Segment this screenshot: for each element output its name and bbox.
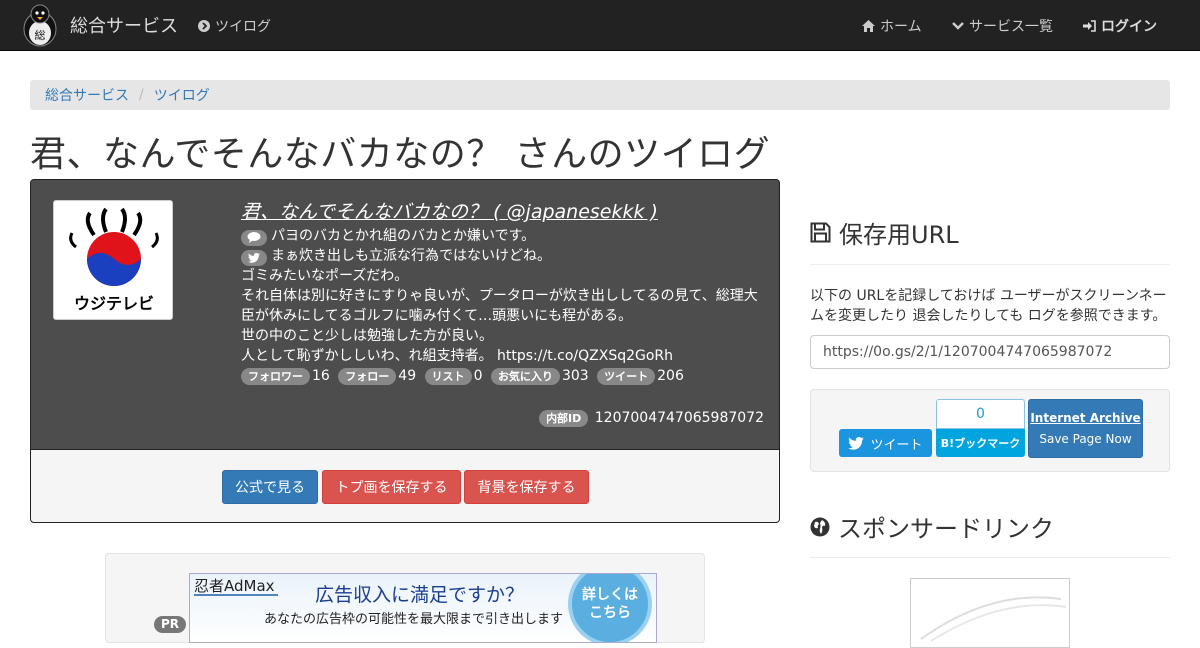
brand-title: 総合サービス	[70, 16, 178, 37]
nav-home-label: ホーム	[880, 18, 922, 35]
floppy-disk-icon	[810, 222, 831, 243]
divider	[810, 264, 1170, 265]
stat-badge: リスト	[424, 368, 472, 385]
stat-badge: ツイート	[597, 368, 656, 385]
divider	[810, 557, 1170, 558]
avatar-image-icon: ウジテレビ	[54, 201, 172, 319]
globe-icon	[810, 517, 830, 537]
hatena-bookmark-button[interactable]: B!ブックマーク	[936, 429, 1025, 457]
breadcrumb-twilog-link[interactable]: ツイログ	[154, 85, 210, 105]
profile-bio-line: 人として恥ずかししいわ、れ組支持者。 https://t.co/QZXSq2Go…	[241, 348, 674, 364]
nav-services[interactable]: サービス一覧	[952, 0, 1053, 51]
nav-twilog[interactable]: ツイログ	[198, 0, 271, 51]
sponsor-heading: スポンサードリンク	[810, 509, 1054, 544]
stat-badge: フォロー	[338, 368, 397, 385]
save-url-input[interactable]	[810, 335, 1170, 369]
profile-line-2: まぁ炊き出しも立派な行為ではないけどね。	[241, 246, 771, 266]
nav-twilog-label: ツイログ	[215, 18, 271, 35]
sponsor-ad[interactable]	[910, 578, 1070, 648]
twitter-bird-icon	[848, 436, 865, 450]
profile-stats: フォロワー 16 フォロー 49 リスト 0 お気に入り 303 ツイート 206	[241, 366, 771, 386]
ad-subtext: あなたの広告枠の可能性を最大限まで引き出します	[264, 612, 563, 627]
tweet-button-label: ツイート	[870, 437, 923, 453]
stat-badge: フォロワー	[241, 368, 310, 385]
view-official-button[interactable]: 公式で見る	[222, 470, 318, 504]
ad-badge-text: こちら	[589, 605, 631, 621]
comment-icon	[241, 229, 267, 246]
twitter-bird-icon	[241, 250, 267, 266]
profile-bio-line: それ自体は別に好きにすりゃ良いが、プータローが炊き出ししてるの見て、総理大臣が休…	[241, 288, 758, 324]
stat-value: 49	[398, 368, 417, 384]
chevron-down-icon	[952, 21, 964, 31]
nav-services-label: サービス一覧	[969, 18, 1053, 35]
profile-line-1-text: パヨのバカとかれ組のバカとか嫌いです。	[271, 228, 536, 244]
profile-name-link[interactable]: 君、なんでそんなバカなの？ ( @japanesekkk )	[241, 202, 771, 222]
profile-line-2-text: まぁ炊き出しも立派な行為ではないけどね。	[271, 248, 551, 264]
ad-headline: 広告収入に満足ですか？	[315, 584, 524, 606]
avatar-text: ウジテレビ	[74, 294, 154, 313]
internet-archive-button[interactable]: Internet Archive Save Page Now	[1028, 399, 1143, 458]
nav-login-label: ログイン	[1101, 18, 1157, 35]
stat-value: 0	[473, 368, 483, 384]
page-title: 君、なんでそんなバカなの？ さんのツイログ	[30, 134, 771, 175]
profile-bio-line: 世の中のこと少しは勉強した方が良い。	[241, 328, 493, 344]
avatar[interactable]: ウジテレビ	[53, 200, 173, 320]
profile-info: 君、なんでそんなバカなの？ ( @japanesekkk ) パヨのバカとかれ組…	[241, 202, 771, 386]
share-panel: ツイート 0 B!ブックマーク Internet Archive Save Pa…	[810, 389, 1170, 472]
stat-badge: お気に入り	[490, 368, 560, 385]
save-url-heading: 保存用URL	[810, 215, 959, 250]
home-icon	[862, 19, 875, 32]
profile-line-1: パヨのバカとかれ組のバカとか嫌いです。	[241, 226, 771, 246]
breadcrumb: 総合サービス / ツイログ	[30, 80, 1170, 110]
stat-value: 206	[657, 368, 684, 384]
stat-value: 303	[561, 368, 589, 384]
profile-actions: 公式で見る トプ画を保存する 背景を保存する	[30, 449, 780, 523]
breadcrumb-home-link[interactable]: 総合サービス	[45, 85, 129, 105]
sign-in-icon	[1083, 19, 1096, 32]
internal-id: 内部ID 1207004747065987072	[539, 410, 764, 427]
chevron-circle-right-icon	[198, 19, 210, 32]
internet-archive-title: Internet Archive	[1030, 411, 1141, 425]
ad-brand: 忍者AdMax	[194, 577, 275, 595]
save-url-description: 以下の URLを記録しておけば ユーザーがスクリーンネームを変更したり 退会した…	[810, 288, 1167, 324]
save-url-heading-text: 保存用URL	[839, 221, 959, 249]
svg-text:総: 総	[35, 28, 46, 42]
navbar: 総 総合サービス ツイログ ホーム サービス一覧 ログイン	[0, 0, 1200, 51]
internal-id-badge: 内部ID	[539, 410, 589, 427]
breadcrumb-separator: /	[139, 87, 144, 103]
internal-id-value: 1207004747065987072	[594, 410, 764, 426]
profile-panel: ウジテレビ 君、なんでそんなバカなの？ ( @japanesekkk ) パヨの…	[30, 179, 780, 450]
sponsor-heading-text: スポンサードリンク	[838, 515, 1054, 543]
save-background-button[interactable]: 背景を保存する	[464, 470, 589, 504]
save-top-image-button[interactable]: トプ画を保存する	[322, 470, 461, 504]
penguin-logo-icon: 総	[23, 4, 57, 47]
hatena-count: 0	[936, 399, 1025, 429]
nav-login[interactable]: ログイン	[1083, 0, 1157, 51]
tweet-button[interactable]: ツイート	[839, 429, 932, 457]
pr-badge: PR	[154, 616, 187, 633]
stat-value: 16	[312, 368, 330, 384]
ad-badge-text: 詳しくは	[582, 586, 638, 603]
profile-bio-line: ゴミみたいなポーズだわ。	[241, 268, 409, 284]
internet-archive-subtitle: Save Page Now	[1039, 432, 1132, 446]
ad-banner[interactable]: 忍者AdMax 広告収入に満足ですか？ あなたの広告枠の可能性を最大限まで引き出…	[189, 573, 657, 643]
nav-home[interactable]: ホーム	[862, 0, 922, 51]
brand-link[interactable]: 総 総合サービス	[20, 2, 178, 48]
